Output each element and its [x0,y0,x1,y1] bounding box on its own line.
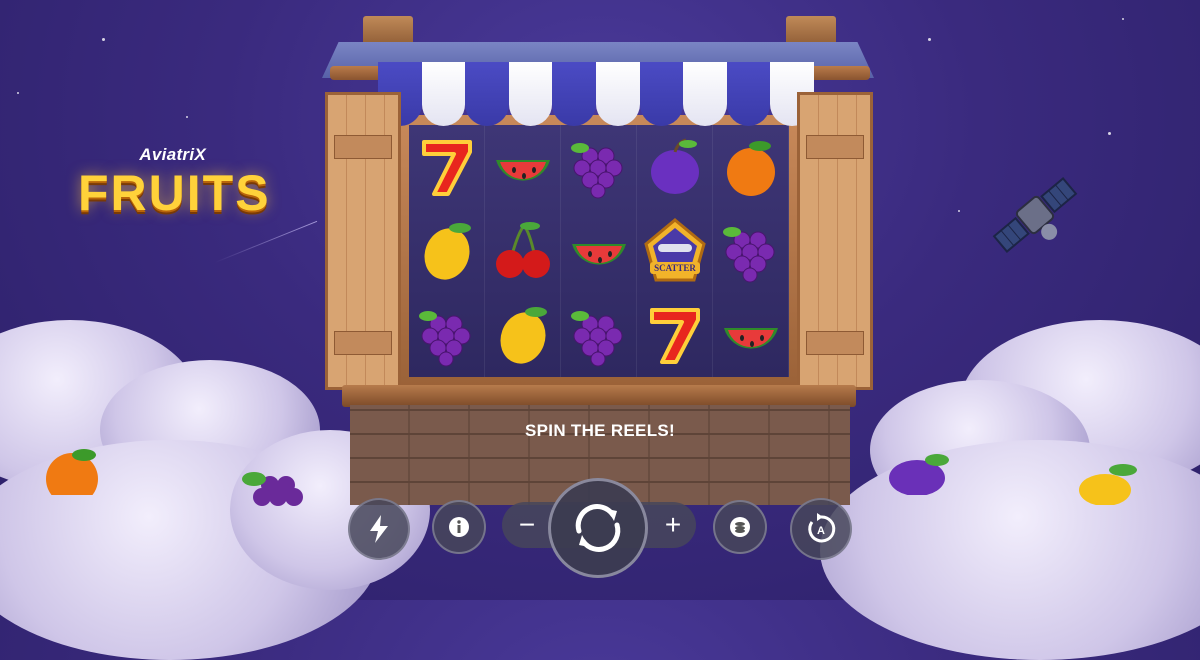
reel-cell-2-2 [561,293,637,377]
seven-symbol-icon [421,140,472,196]
watermelon-symbol-icon [571,244,626,265]
lemon-symbol-icon [423,223,471,280]
game-logo: AviatriX FRUITS [78,145,271,221]
cherries-symbol-icon [495,222,550,278]
increase-bet-button[interactable]: + [650,502,696,548]
coin-stack-icon [730,517,750,537]
bet-button[interactable] [713,500,767,554]
info-button[interactable] [432,500,486,554]
reel-cell-2-1 [485,293,561,377]
reel-cell-0-2 [561,125,637,209]
star [102,38,105,41]
plum-decoration [889,454,949,495]
grapes-symbol-icon [570,143,622,199]
spin-button[interactable] [548,478,648,578]
reel-cell-1-3: SCATTER [637,209,713,293]
reel-cell-2-3 [637,293,713,377]
left-shutter [325,92,401,390]
reel-cell-2-0 [409,293,485,377]
seven-symbol-icon [649,308,700,364]
reel-cell-0-3 [637,125,713,209]
game-title: FRUITS [78,165,271,221]
watermelon-symbol-icon [723,328,778,349]
star [1122,18,1124,20]
reel-cell-2-4 [713,293,789,377]
right-shutter [797,92,873,390]
lemon-symbol-icon [499,307,547,364]
status-message: SPIN THE REELS! [525,421,675,440]
grapes-symbol-icon [418,311,470,367]
watermelon-symbol-icon [495,160,550,181]
reel-cell-0-0 [409,125,485,209]
star [958,210,960,212]
star [186,116,188,118]
reel-cell-0-1 [485,125,561,209]
reel-cell-1-2 [561,209,637,293]
autoplay-icon: A [808,513,836,543]
striped-awning [378,62,814,126]
decrease-bet-button[interactable]: − [504,502,550,548]
refresh-arrows-icon [575,504,621,552]
grapes-decoration [242,472,303,506]
info-icon [449,517,469,537]
brand-logo: AviatriX [139,145,206,164]
svg-text:SCATTER: SCATTER [654,263,696,273]
shooting-star [214,220,318,263]
scatter-symbol-icon: SCATTER [643,218,706,282]
lightning-icon [370,515,388,543]
reel-cell-0-4 [713,125,789,209]
satellite-icon [992,177,1078,253]
reel-cell-1-1 [485,209,561,293]
autoplay-letter: A [817,525,825,537]
plum-symbol-icon [650,138,699,194]
lemon-decoration [1079,464,1137,505]
orange-symbol-icon [726,141,775,196]
reel-cell-1-0 [409,209,485,293]
grapes-symbol-icon [570,311,622,367]
star [1108,132,1111,135]
orange-decoration [46,449,98,495]
star [17,92,19,94]
reel-grid: SCATTER [409,125,789,377]
kiosk-counter [342,385,856,407]
autoplay-button[interactable]: A [790,498,852,560]
reel-cell-1-4 [713,209,789,293]
turbo-button[interactable] [348,498,410,560]
grapes-symbol-icon [722,227,774,283]
star [928,38,931,41]
